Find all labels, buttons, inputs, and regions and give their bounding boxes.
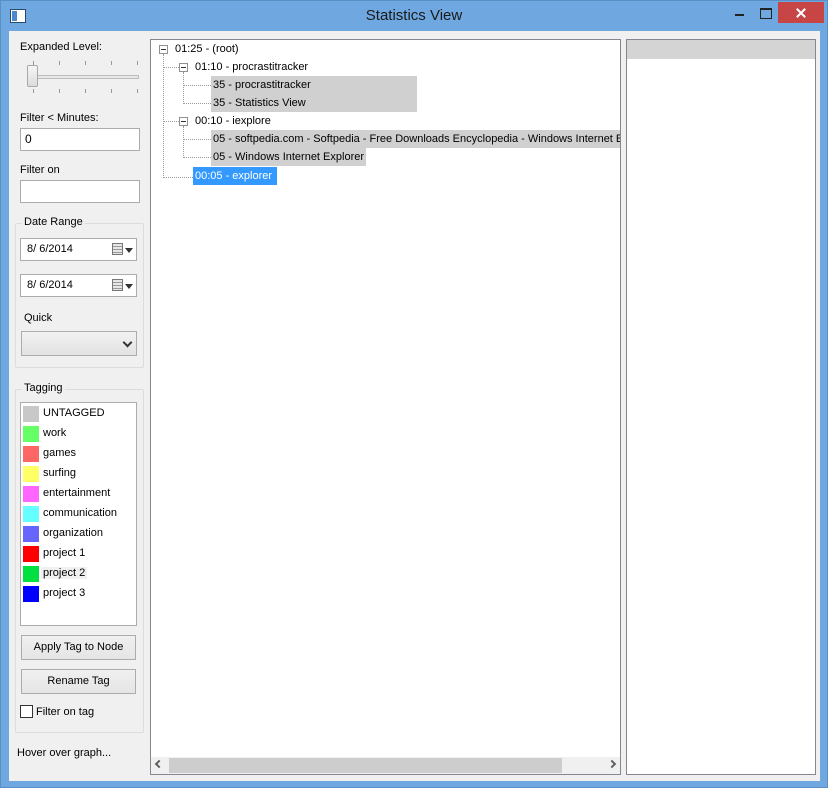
collapse-icon[interactable] [179,63,188,72]
tree-node-iexplore[interactable]: 00:10 - iexplore [193,112,273,130]
tree-line [183,85,211,86]
tag-item-untagged[interactable]: UNTAGGED [22,404,135,424]
tag-color-swatch [23,546,39,562]
quick-select[interactable] [21,331,137,356]
tree-node-statistics-view[interactable]: 35 - Statistics View [211,94,417,112]
minimize-button[interactable] [726,2,752,23]
scrollbar-thumb[interactable] [169,758,562,773]
tree-node-softpedia[interactable]: 05 - softpedia.com - Softpedia - Free Do… [211,130,620,148]
tree-node-explorer[interactable]: 00:05 - explorer [193,167,277,185]
tag-label: project 3 [43,587,86,599]
tag-color-swatch [23,506,39,522]
tag-label: project 1 [43,547,86,559]
tree-line [183,157,211,158]
tree-node-windows-internet-explorer[interactable]: 05 - Windows Internet Explorer [211,148,367,166]
tag-color-swatch [23,586,39,602]
scroll-left-icon[interactable] [154,759,164,769]
date-range-label: Date Range [22,216,85,228]
hover-status-text: Hover over graph... [17,747,112,759]
filter-minutes-label: Filter < Minutes: [20,112,99,124]
date-from-value: 8/ 6/2014 [27,243,73,255]
expanded-level-label: Expanded Level: [20,41,102,53]
apply-tag-button[interactable]: Apply Tag to Node [21,635,136,660]
tag-color-swatch [23,406,39,422]
tree-line [163,54,164,178]
stats-tree[interactable]: 01:25 - (root) 01:10 - procrastitracker … [150,39,621,775]
tag-label: communication [43,507,117,519]
tree-node-procrastitracker-child[interactable]: 35 - procrastitracker [211,76,417,94]
tree-node-root[interactable]: 01:25 - (root) [173,40,241,58]
window-title: Statistics View [365,7,463,24]
tag-item-work[interactable]: work [22,424,135,444]
dropdown-arrow-icon[interactable] [125,248,133,253]
filter-on-input[interactable] [20,180,140,203]
tree-line [183,126,184,158]
date-to-value: 8/ 6/2014 [27,279,73,291]
tag-color-swatch [23,446,39,462]
tag-label: games [43,447,77,459]
calendar-icon[interactable] [112,279,123,291]
tag-color-swatch [23,486,39,502]
horizontal-scrollbar[interactable] [151,757,620,774]
tag-item-surfing[interactable]: surfing [22,464,135,484]
quick-label: Quick [24,312,53,324]
scroll-right-icon[interactable] [607,759,617,769]
filter-on-tag-checkbox[interactable] [20,705,33,718]
tag-list[interactable]: UNTAGGED work games surfing entertainmen… [20,402,137,626]
tag-item-project-2[interactable]: project 2 [22,564,135,584]
close-button[interactable] [778,2,824,23]
tag-label: project 2 [41,567,88,579]
maximize-button[interactable] [752,2,778,23]
tag-item-communication[interactable]: communication [22,504,135,524]
collapse-icon[interactable] [179,117,188,126]
expanded-level-slider[interactable] [27,75,139,79]
graph-header-bar [627,40,815,59]
filter-on-label: Filter on [20,164,60,176]
tag-item-project-1[interactable]: project 1 [22,544,135,564]
dropdown-arrow-icon[interactable] [125,284,133,289]
tag-label: UNTAGGED [43,407,105,419]
tag-color-swatch [23,426,39,442]
tag-item-organization[interactable]: organization [22,524,135,544]
client-area: Expanded Level: Filter < Minutes: 0 Filt… [9,31,820,781]
tag-item-games[interactable]: games [22,444,135,464]
date-from-picker[interactable]: 8/ 6/2014 [20,238,137,261]
tag-item-entertainment[interactable]: entertainment [22,484,135,504]
title-bar[interactable]: Statistics View [1,1,827,31]
slider-thumb[interactable] [27,65,38,87]
tree-line [163,177,193,178]
rename-tag-button[interactable]: Rename Tag [21,669,136,694]
tree-node-procrastitracker[interactable]: 01:10 - procrastitracker [193,58,310,76]
app-window: Statistics View Expanded Level: Filter <… [0,0,828,788]
filter-minutes-input[interactable]: 0 [20,128,140,151]
tag-label: surfing [43,467,77,479]
tag-color-swatch [23,566,39,582]
tree-line [183,72,184,104]
collapse-icon[interactable] [159,45,168,54]
date-to-picker[interactable]: 8/ 6/2014 [20,274,137,297]
tag-color-swatch [23,526,39,542]
tag-color-swatch [23,466,39,482]
tree-line [183,139,211,140]
calendar-icon[interactable] [112,243,123,255]
tag-label: entertainment [43,487,111,499]
tag-label: work [43,427,67,439]
tag-label: organization [43,527,103,539]
filter-on-tag-label: Filter on tag [36,706,95,718]
chevron-down-icon[interactable] [122,337,133,348]
graph-panel[interactable] [626,39,816,775]
tree-line [183,103,211,104]
tagging-label: Tagging [22,382,65,394]
tag-item-project-3[interactable]: project 3 [22,584,135,604]
